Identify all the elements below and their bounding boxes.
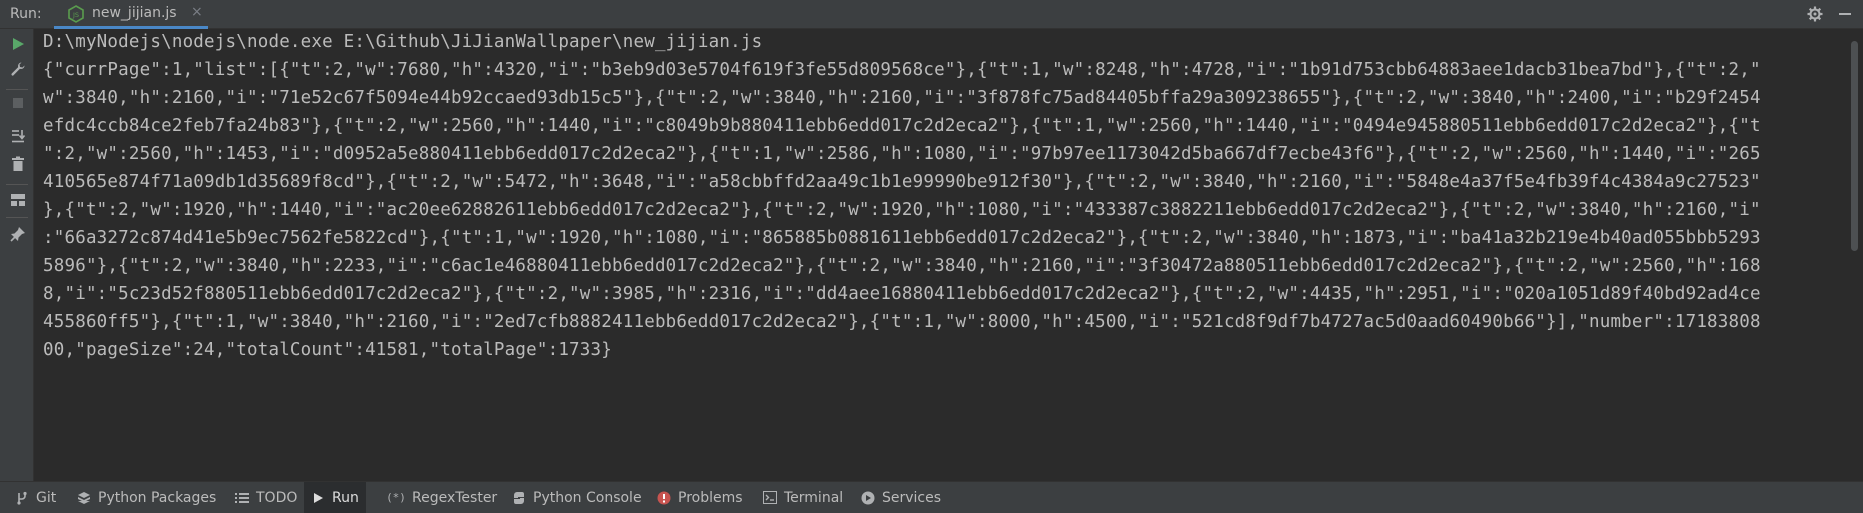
run-tool-header: Run: JS new_jijian.js × xyxy=(0,0,1863,29)
git-branch-icon xyxy=(14,490,30,506)
trash-icon[interactable] xyxy=(8,154,28,174)
close-icon[interactable]: × xyxy=(191,4,203,20)
minimize-icon[interactable] xyxy=(1835,4,1855,24)
scroll-end-icon[interactable] xyxy=(8,126,28,146)
console-output[interactable]: D:\myNodejs\nodejs\node.exe E:\Github\Ji… xyxy=(34,29,1847,481)
tab-label: Problems xyxy=(678,489,743,506)
console-line: 00,"pageSize":24,"totalCount":41581,"tot… xyxy=(43,340,613,360)
layout-icon[interactable] xyxy=(8,190,28,210)
tab-python-packages[interactable]: Python Packages xyxy=(70,482,222,513)
wrench-icon[interactable] xyxy=(8,59,28,79)
tab-run[interactable]: Run xyxy=(304,482,366,513)
pin-icon[interactable] xyxy=(8,224,28,244)
tab-git[interactable]: Git xyxy=(8,482,62,513)
toolbar-divider xyxy=(6,184,28,185)
header-actions xyxy=(1805,4,1855,24)
console-line: efdc4ccb84ce2feb7fa24b83"},{"t":2,"w":25… xyxy=(43,116,1761,136)
tab-regextester[interactable]: (*) RegexTester xyxy=(380,482,503,513)
vertical-scrollbar[interactable] xyxy=(1849,29,1860,481)
tab-label: Run xyxy=(332,489,359,506)
packages-icon xyxy=(76,490,92,506)
console-line: D:\myNodejs\nodejs\node.exe E:\Github\Ji… xyxy=(43,32,763,52)
tab-terminal[interactable]: Terminal xyxy=(756,482,849,513)
regex-icon: (*) xyxy=(386,491,406,504)
todo-list-icon xyxy=(234,490,250,506)
tab-python-console[interactable]: Python Console xyxy=(505,482,648,513)
services-icon xyxy=(860,490,876,506)
console-line: 455860ff5"},{"t":1,"w":3840,"h":2160,"i"… xyxy=(43,312,1761,332)
tool-window-bar: Git Python Packages TODO Run (*) RegexTe… xyxy=(0,481,1863,513)
console-line: },{"t":2,"w":1920,"h":1440,"i":"ac20ee62… xyxy=(43,200,1761,220)
python-icon xyxy=(511,490,527,506)
error-icon xyxy=(656,490,672,506)
tab-label: Python Console xyxy=(533,489,642,506)
tab-label: Terminal xyxy=(784,489,844,506)
stop-icon[interactable] xyxy=(8,93,28,113)
run-label: Run: xyxy=(10,6,42,22)
play-icon[interactable] xyxy=(8,34,28,54)
tab-label: TODO xyxy=(256,489,298,506)
gear-icon[interactable] xyxy=(1805,4,1825,24)
svg-text:JS: JS xyxy=(72,11,79,19)
console-line: :"66a3272c874d41e5b9ec7562fe5822cd"},{"t… xyxy=(43,228,1761,248)
tab-label: Services xyxy=(882,489,942,506)
tab-services[interactable]: Services xyxy=(854,482,947,513)
nodejs-icon: JS xyxy=(67,5,85,23)
scrollbar-thumb[interactable] xyxy=(1851,41,1858,251)
console-line: w":3840,"h":2160,"i":"71e52c67f5094e44b9… xyxy=(43,88,1761,108)
tab-label: Python Packages xyxy=(98,489,217,506)
run-toolbar xyxy=(0,29,34,481)
toolbar-divider xyxy=(6,217,28,218)
run-play-icon xyxy=(310,490,326,506)
run-tool-window: Run: JS new_jijian.js × D:\myNodejs\node… xyxy=(0,0,1863,513)
tab-label: new_jijian.js xyxy=(92,5,177,21)
console-line: 5896"},{"t":2,"w":3840,"h":2233,"i":"c6a… xyxy=(43,256,1761,276)
tab-todo[interactable]: TODO xyxy=(228,482,303,513)
tab-new-jijian[interactable]: JS new_jijian.js × xyxy=(54,0,208,29)
console-line: {"currPage":1,"list":[{"t":2,"w":7680,"h… xyxy=(43,60,1761,80)
tab-problems[interactable]: Problems xyxy=(650,482,749,513)
tab-label: RegexTester xyxy=(412,489,498,506)
toolbar-divider xyxy=(6,89,28,90)
console-line: 410565e874f71a09db1d35689f8cd"},{"t":2,"… xyxy=(43,172,1761,192)
tab-label: Git xyxy=(36,489,57,506)
terminal-icon xyxy=(762,490,778,506)
console-line: ":2,"w":2560,"h":1453,"i":"d0952a5e88041… xyxy=(43,144,1761,164)
console-line: 8,"i":"5c23d52f880511ebb6edd017c2d2eca2"… xyxy=(43,284,1761,304)
